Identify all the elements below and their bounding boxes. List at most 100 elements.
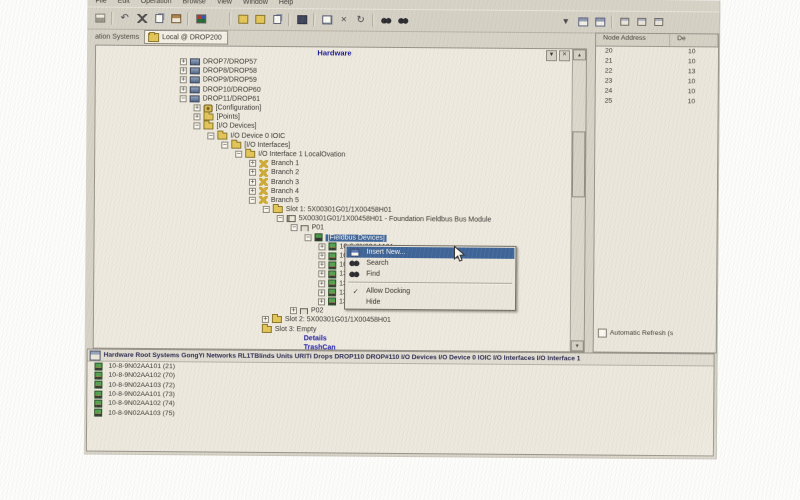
toolbar-dropdown-button[interactable]: ▾ [557, 13, 574, 29]
expander-plus-icon[interactable]: + [262, 316, 269, 323]
expander-plus-icon[interactable]: + [193, 114, 200, 121]
expander-plus-icon[interactable]: + [249, 178, 256, 185]
toolbar-window-tile-horizontal-button[interactable] [574, 13, 591, 29]
toolbar-cut-button[interactable] [133, 10, 150, 26]
expander-minus-icon[interactable]: − [305, 234, 312, 241]
panel-minimize-button[interactable]: ▾ [546, 50, 557, 61]
menu-item-view[interactable]: View [217, 0, 232, 6]
node-table-body: 201021102213231024102510 [596, 47, 718, 108]
expander-minus-icon[interactable]: − [235, 151, 242, 158]
scrollbar-thumb[interactable] [572, 131, 586, 197]
expander-plus-icon[interactable]: + [180, 77, 187, 84]
expander-minus-icon[interactable]: − [291, 225, 298, 232]
expander-plus-icon[interactable]: + [290, 307, 297, 314]
column-header-node-address[interactable]: Node Address [596, 34, 670, 47]
toolbar-open-folder-button[interactable] [234, 11, 251, 27]
toolbar-window-button-3-button[interactable] [650, 14, 667, 30]
context-menu: Insert New...SearchFind✓Allow DockingHid… [344, 245, 517, 311]
column-header-de[interactable]: De [670, 34, 718, 46]
expander-plus-icon[interactable]: + [318, 262, 325, 269]
expander-minus-icon[interactable]: − [221, 141, 228, 148]
tree-row-label: DROP11/DROP61 [203, 95, 261, 102]
expander-plus-icon[interactable]: + [249, 188, 256, 195]
list-item-label: 10-8-9N02AA102 (74) [108, 400, 175, 408]
toolbar-paste-button[interactable] [167, 11, 184, 27]
table-row[interactable]: 2510 [596, 97, 718, 108]
systems-tab-label[interactable]: ation Systems [95, 33, 139, 40]
window-tile-vertical-icon [595, 17, 605, 26]
menu-item-file[interactable]: File [95, 0, 106, 5]
tree-row-label: [I/O Devices] [216, 123, 256, 130]
context-menu-item-find[interactable]: Find [346, 269, 514, 281]
system-selector[interactable]: Local @ DROP200 [144, 30, 228, 45]
expander-plus-icon[interactable]: + [180, 86, 187, 93]
menu-item-window[interactable]: Window [243, 0, 268, 6]
find-icon [398, 16, 408, 25]
device-icon [328, 270, 336, 278]
device-icon [95, 362, 103, 370]
toolbar-camera-button[interactable] [293, 12, 310, 28]
toolbar-copy-page-button[interactable] [268, 11, 285, 27]
cut-icon [137, 14, 147, 23]
menu-item-edit[interactable]: Edit [118, 0, 130, 5]
expander-plus-icon[interactable]: + [318, 289, 325, 296]
toolbar-delete-button[interactable]: × [335, 12, 352, 28]
tree-row-label: Branch 4 [271, 188, 299, 195]
toolbar-window-button-1-button[interactable] [616, 14, 633, 30]
expander-minus-icon[interactable]: − [249, 197, 256, 204]
toolbar-find-button[interactable] [394, 12, 411, 28]
toolbar-folder-button[interactable] [251, 11, 268, 27]
expander-plus-icon[interactable]: + [194, 104, 201, 111]
folder-icon [203, 114, 213, 121]
menu-item-browse[interactable]: Browse [182, 0, 205, 5]
binoculars-icon [349, 271, 362, 278]
toolbar-select-button[interactable] [318, 12, 335, 28]
expander-plus-icon[interactable]: + [318, 252, 325, 259]
list-item-label: 10-8-9N02AA102 (70) [108, 372, 175, 380]
toolbar-copy-button[interactable] [150, 11, 167, 27]
expander-plus-icon[interactable]: + [318, 298, 325, 305]
search-icon [381, 16, 391, 25]
context-menu-item-label: Find [366, 271, 380, 278]
toolbar-window-tile-vertical-button[interactable] [591, 13, 608, 29]
context-menu-item-hide[interactable]: Hide [346, 297, 514, 309]
expander-plus-icon[interactable]: + [249, 169, 256, 176]
toolbar-window-button-2-button[interactable] [633, 14, 650, 30]
toolbar-refresh-button[interactable]: ↻ [352, 12, 369, 28]
expander-plus-icon[interactable]: + [318, 280, 325, 287]
scroll-up-button[interactable]: ▲ [573, 49, 586, 60]
device-cell: 10 [679, 77, 718, 87]
tree-row-label: I/O Device 0 IOIC [230, 132, 285, 139]
drop-icon [190, 58, 200, 65]
automatic-refresh-checkbox[interactable] [598, 329, 607, 338]
tree-row-label: Branch 3 [271, 178, 299, 185]
tree-link-details[interactable]: Details [304, 335, 327, 342]
insert-new-icon [349, 248, 362, 256]
toolbar-palette-button[interactable] [192, 11, 209, 27]
menu-item-help[interactable]: Help [279, 0, 293, 6]
expander-plus-icon[interactable]: + [180, 68, 187, 75]
insert-new-glyph [350, 248, 359, 256]
scroll-down-button[interactable]: ▼ [571, 340, 584, 351]
expander-minus-icon[interactable]: − [207, 132, 214, 139]
toolbar-print-button[interactable] [91, 10, 108, 26]
expander-minus-icon[interactable]: − [180, 95, 187, 102]
expander-plus-icon[interactable]: + [249, 160, 256, 167]
device-cell: 10 [679, 47, 718, 57]
toolbar-filter-button[interactable] [209, 11, 226, 27]
toolbar-left-group: ↶ ×↻ [91, 10, 411, 29]
expander-plus-icon[interactable]: + [318, 271, 325, 278]
tree-vertical-scrollbar[interactable]: ▲ ▼ [570, 49, 586, 351]
menu-item-operation[interactable]: Operation [141, 0, 172, 5]
toolbar-separator [372, 14, 374, 27]
expander-plus-icon[interactable]: + [318, 243, 325, 250]
expander-minus-icon[interactable]: − [193, 123, 200, 130]
toolbar-search-button[interactable] [377, 12, 394, 28]
toolbar-undo-button[interactable]: ↶ [116, 10, 133, 26]
expander-minus-icon[interactable]: − [277, 215, 284, 222]
undo-icon: ↶ [121, 14, 129, 23]
expander-minus-icon[interactable]: − [263, 206, 270, 213]
mouse-cursor [453, 245, 465, 262]
expander-plus-icon[interactable]: + [180, 58, 187, 65]
panel-close-button[interactable]: × [559, 50, 570, 61]
